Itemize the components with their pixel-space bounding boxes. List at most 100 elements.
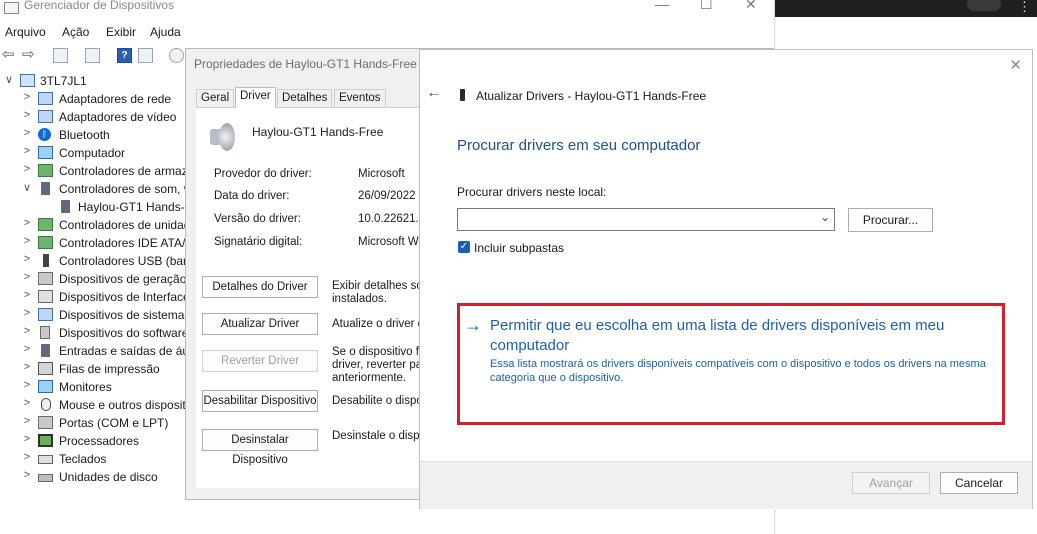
driver-version-label: Versão do driver:	[214, 213, 301, 225]
uninstall-device-button[interactable]: Desinstalar Dispositivo	[202, 429, 318, 466]
tree-item-unidades-de-disco[interactable]: > Unidades de disco	[0, 468, 190, 486]
chevron-right-icon[interactable]: >	[22, 469, 32, 481]
chevron-right-icon[interactable]: >	[22, 127, 32, 139]
tree-root[interactable]: ∨ 3TL7JL1	[0, 72, 190, 90]
driver-details-button[interactable]: Detalhes do Driver	[202, 276, 318, 298]
tab-detalhes[interactable]: Detalhes	[277, 89, 333, 107]
tree-item-entradas-e-saidas[interactable]: > Entradas e saídas de áud	[0, 342, 196, 360]
tree-item-dispositivos-de-sistema[interactable]: > Dispositivos de sistema	[0, 306, 190, 324]
show-hide-tree-icon[interactable]	[53, 48, 68, 63]
tree-item-portas[interactable]: > Portas (COM e LPT)	[0, 414, 190, 432]
update-drivers-wizard: ✕ ← Atualizar Drivers - Haylou-GT1 Hands…	[419, 49, 1033, 509]
tree-item-controladores-ide[interactable]: > Controladores IDE ATA/A	[0, 234, 194, 252]
chevron-right-icon[interactable]: >	[22, 91, 32, 103]
tree-item-mouse[interactable]: > Mouse e outros disposit	[0, 396, 190, 414]
tree-item-label: Controladores de armaz	[59, 164, 188, 178]
chevron-right-icon[interactable]: >	[22, 163, 32, 175]
tree-item-haylou-gt1[interactable]: Haylou-GT1 Hands-F	[0, 198, 193, 216]
chevron-right-icon[interactable]: >	[22, 271, 32, 283]
chevron-right-icon[interactable]: >	[22, 307, 32, 319]
tree-item-adaptadores-de-rede[interactable]: > Adaptadores de rede	[0, 90, 190, 108]
tree-item-label: Computador	[59, 146, 126, 160]
tab-geral[interactable]: Geral	[196, 89, 235, 107]
update-driver-button[interactable]: Atualizar Driver	[202, 313, 318, 335]
tab-driver[interactable]: Driver	[235, 87, 276, 108]
tree-item-monitores[interactable]: > Monitores	[0, 378, 190, 396]
next-button[interactable]: Avançar	[852, 472, 930, 494]
chevron-down-icon[interactable]: ∨	[4, 73, 14, 86]
tree-item-processadores[interactable]: > Processadores	[0, 432, 190, 450]
chevron-right-icon[interactable]: >	[22, 289, 32, 301]
minimize-icon[interactable]: —	[655, 0, 669, 12]
cancel-button[interactable]: Cancelar	[940, 472, 1018, 494]
tree-item-computador[interactable]: > Computador	[0, 144, 190, 162]
chevron-right-icon[interactable]: >	[22, 217, 32, 229]
chevron-right-icon[interactable]: >	[22, 343, 32, 355]
chevron-right-icon[interactable]: >	[22, 109, 32, 121]
tree-item-dispositivos-do-software[interactable]: > Dispositivos do software	[0, 324, 190, 342]
browse-button[interactable]: Procurar...	[848, 208, 933, 232]
tree-item-controladores-de-unidad[interactable]: > Controladores de unidad	[0, 216, 191, 234]
tree-item-adaptadores-de-video[interactable]: > Adaptadores de vídeo	[0, 108, 190, 126]
scan-hardware-icon[interactable]	[169, 48, 184, 63]
include-subfolders-checkbox[interactable]: ✓	[458, 241, 470, 253]
tree-item-dispositivos-de-interface[interactable]: > Dispositivos de Interface	[0, 288, 190, 306]
close-icon[interactable]: ✕	[745, 0, 757, 13]
back-arrow-icon[interactable]: ⇦	[2, 45, 17, 63]
speaker-icon	[41, 182, 50, 195]
menu-exibir[interactable]: Exibir	[106, 25, 136, 39]
forward-arrow-icon[interactable]: ⇨	[22, 45, 37, 63]
chevron-down-icon[interactable]: ∨	[22, 181, 32, 194]
storage-controller-icon	[38, 164, 53, 177]
menu-arquivo[interactable]: Arquivo	[5, 25, 46, 39]
maximize-icon[interactable]: ☐	[700, 0, 713, 13]
tree-item-controladores-usb[interactable]: > Controladores USB (barr	[0, 252, 191, 270]
tree-item-dispositivos-de-geracao[interactable]: > Dispositivos de geração	[0, 270, 190, 288]
more-options-icon[interactable]: ⋮	[1018, 0, 1031, 15]
back-arrow-icon[interactable]: ←	[426, 84, 442, 102]
tab-eventos[interactable]: Eventos	[334, 89, 386, 107]
location-combobox[interactable]: ⌄	[457, 208, 835, 231]
tree-item-label: Controladores de som, v	[59, 182, 190, 196]
help-icon[interactable]: ?	[117, 48, 132, 63]
chevron-right-icon[interactable]: >	[22, 415, 32, 427]
audio-io-icon	[41, 344, 50, 357]
choose-from-list-link[interactable]: Permitir que eu escolha em uma lista de …	[490, 316, 990, 356]
driver-date-label: Data do driver:	[214, 190, 290, 202]
wizard-heading: Procurar drivers em seu computador	[457, 137, 701, 154]
rollback-driver-button[interactable]: Reverter Driver	[202, 350, 318, 372]
properties-icon[interactable]	[85, 48, 100, 63]
tree-item-label: Bluetooth	[59, 128, 110, 142]
properties-dialog-title: Propriedades de Haylou-GT1 Hands-Free	[194, 57, 417, 71]
tree-item-teclados[interactable]: > Teclados	[0, 450, 190, 468]
disable-device-button[interactable]: Desabilitar Dispositivo	[202, 390, 318, 412]
action-pane-icon[interactable]	[138, 48, 153, 63]
chevron-down-icon[interactable]: ⌄	[820, 210, 830, 224]
chevron-right-icon[interactable]: >	[22, 379, 32, 391]
driver-provider-label: Provedor do driver:	[214, 168, 312, 180]
tree-item-controladores-de-armaz[interactable]: > Controladores de armaz	[0, 162, 190, 180]
system-device-icon	[38, 308, 53, 321]
software-device-icon	[40, 326, 50, 339]
tree-item-controladores-de-som[interactable]: ∨ Controladores de som, v	[0, 180, 190, 198]
tree-item-bluetooth[interactable]: > ᛒ Bluetooth	[0, 126, 190, 144]
chevron-right-icon[interactable]: >	[22, 397, 32, 409]
tree-item-label: Monitores	[59, 380, 112, 394]
close-icon[interactable]: ✕	[1009, 56, 1022, 74]
arrow-right-icon[interactable]: →	[464, 315, 482, 336]
tree-item-filas-de-impressao[interactable]: > Filas de impressão	[0, 360, 190, 378]
chevron-right-icon[interactable]: >	[22, 145, 32, 157]
chevron-right-icon[interactable]: >	[22, 235, 32, 247]
chevron-right-icon[interactable]: >	[22, 325, 32, 337]
digital-signer-value: Microsoft Win	[358, 236, 428, 248]
chevron-right-icon[interactable]: >	[22, 361, 32, 373]
monitor-icon	[38, 380, 53, 393]
device-name: Haylou-GT1 Hands-Free	[252, 125, 384, 139]
menu-acao[interactable]: Ação	[62, 25, 89, 39]
menu-ajuda[interactable]: Ajuda	[150, 25, 181, 39]
tree-item-label: Haylou-GT1 Hands-F	[78, 200, 193, 214]
device-manager-app-icon	[4, 2, 19, 14]
chevron-right-icon[interactable]: >	[22, 433, 32, 445]
chevron-right-icon[interactable]: >	[22, 253, 32, 265]
chevron-right-icon[interactable]: >	[22, 451, 32, 463]
